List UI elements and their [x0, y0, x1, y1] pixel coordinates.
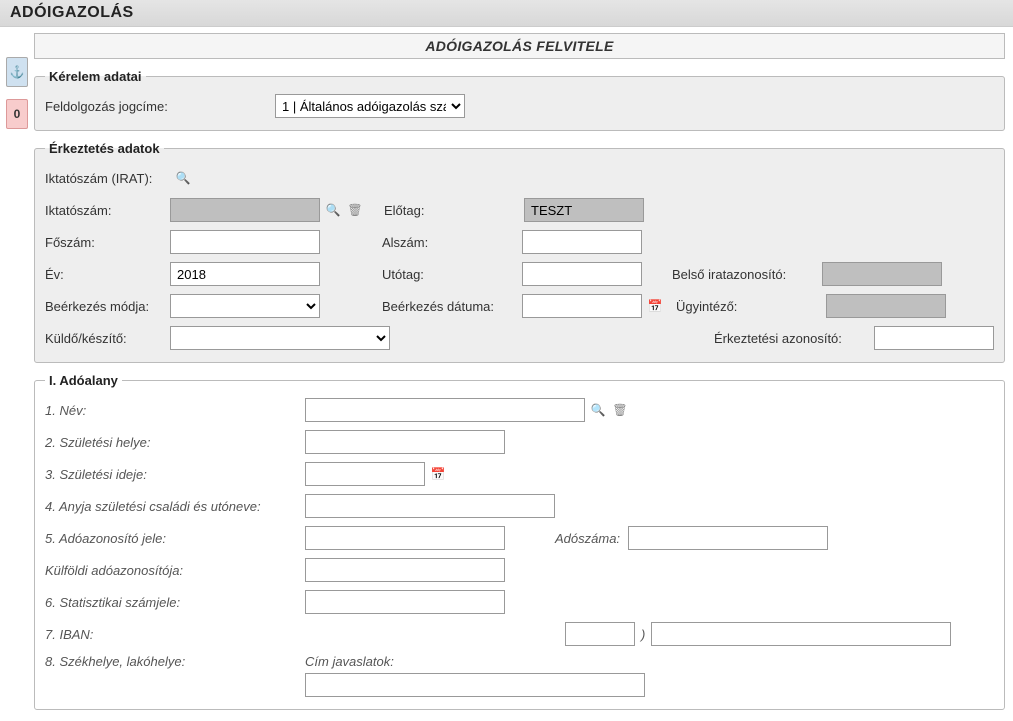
input-adoazonosito[interactable]	[305, 526, 505, 550]
label-belso: Belső iratazonosító:	[672, 267, 822, 282]
legend-adoalany: I. Adóalany	[45, 373, 122, 388]
input-szuletesi-hely[interactable]	[305, 430, 505, 454]
calendar-icon[interactable]	[429, 465, 447, 483]
label-ugyintezo: Ügyintéző:	[676, 299, 826, 314]
input-statisztikai[interactable]	[305, 590, 505, 614]
select-kuldo[interactable]	[170, 326, 390, 350]
label-iban: 7. IBAN:	[45, 627, 305, 642]
label-beerkezes-datuma: Beérkezés dátuma:	[382, 299, 522, 314]
fieldset-erkeztetes: Érkeztetés adatok Iktatószám (IRAT): Ikt…	[34, 141, 1005, 363]
input-nev[interactable]	[305, 398, 585, 422]
input-szuletesi-ideje[interactable]	[305, 462, 425, 486]
label-iktatoszam: Iktatószám:	[45, 203, 170, 218]
search-icon[interactable]	[589, 401, 607, 419]
trash-icon[interactable]	[346, 201, 364, 219]
calendar-icon[interactable]	[646, 297, 664, 315]
label-kulfoldi: Külföldi adóazonosítója:	[45, 563, 305, 578]
input-iktatoszam[interactable]	[170, 198, 320, 222]
page-header: ADÓIGAZOLÁS	[0, 0, 1013, 27]
select-feldolgozas[interactable]: 1 | Általános adóigazolás szá	[275, 94, 465, 118]
input-anyja[interactable]	[305, 494, 555, 518]
label-utotag: Utótag:	[382, 267, 522, 282]
label-anyja: 4. Anyja születési családi és utóneve:	[45, 499, 305, 514]
label-alszam: Alszám:	[382, 235, 522, 250]
legend-erkeztetes: Érkeztetés adatok	[45, 141, 164, 156]
input-ugyintezo	[826, 294, 946, 318]
input-cim-javaslatok[interactable]	[305, 673, 645, 697]
label-szuletesi-ideje: 3. Születési ideje:	[45, 467, 305, 482]
page-subtitle-box: ADÓIGAZOLÁS FELVITELE	[34, 33, 1005, 59]
label-adoszama: Adószáma:	[555, 531, 620, 546]
error-count-value: 0	[14, 107, 21, 121]
input-kulfoldi[interactable]	[305, 558, 505, 582]
select-beerkezes-modja[interactable]	[170, 294, 320, 318]
label-kuldo: Küldő/készítő:	[45, 331, 170, 346]
input-elotag	[524, 198, 644, 222]
input-utotag[interactable]	[522, 262, 642, 286]
input-beerkezes-datuma[interactable]	[522, 294, 642, 318]
input-belso	[822, 262, 942, 286]
label-szekhely: 8. Székhelye, lakóhelye:	[45, 654, 305, 669]
input-iban-long[interactable]	[651, 622, 951, 646]
label-beerkezes-modja: Beérkezés módja:	[45, 299, 170, 314]
error-count-marker[interactable]: 0	[6, 99, 28, 129]
input-adoszama[interactable]	[628, 526, 828, 550]
fieldset-adoalany: I. Adóalany 1. Név: 2. Születési helye: …	[34, 373, 1005, 710]
page-title: ADÓIGAZOLÁS	[10, 4, 134, 21]
search-icon[interactable]	[324, 201, 342, 219]
label-adoazonosito: 5. Adóazonosító jele:	[45, 531, 305, 546]
search-icon[interactable]	[174, 169, 192, 187]
label-statisztikai: 6. Statisztikai számjele:	[45, 595, 305, 610]
anchor-marker[interactable]: ⚓	[6, 57, 28, 87]
label-foszam: Főszám:	[45, 235, 170, 250]
input-alszam[interactable]	[522, 230, 642, 254]
input-ev[interactable]	[170, 262, 320, 286]
page-subtitle: ADÓIGAZOLÁS FELVITELE	[425, 38, 613, 54]
anchor-icon: ⚓	[10, 65, 25, 79]
fieldset-kerelem: Kérelem adatai Feldolgozás jogcíme: 1 | …	[34, 69, 1005, 131]
input-iban-short[interactable]	[565, 622, 635, 646]
input-erk-azonosito[interactable]	[874, 326, 994, 350]
iban-paren: )	[641, 627, 645, 642]
side-markers: ⚓ 0	[6, 57, 30, 141]
legend-kerelem: Kérelem adatai	[45, 69, 146, 84]
label-ev: Év:	[45, 267, 170, 282]
label-elotag: Előtag:	[384, 203, 524, 218]
input-foszam[interactable]	[170, 230, 320, 254]
label-iktatoszam-irat: Iktatószám (IRAT):	[45, 171, 170, 186]
label-nev: 1. Név:	[45, 403, 305, 418]
label-feldolgozas: Feldolgozás jogcíme:	[45, 99, 275, 114]
label-szuletesi-hely: 2. Születési helye:	[45, 435, 305, 450]
trash-icon[interactable]	[611, 401, 629, 419]
label-erk-azonosito: Érkeztetési azonosító:	[714, 331, 874, 346]
label-cim-javaslatok: Cím javaslatok:	[305, 654, 645, 669]
